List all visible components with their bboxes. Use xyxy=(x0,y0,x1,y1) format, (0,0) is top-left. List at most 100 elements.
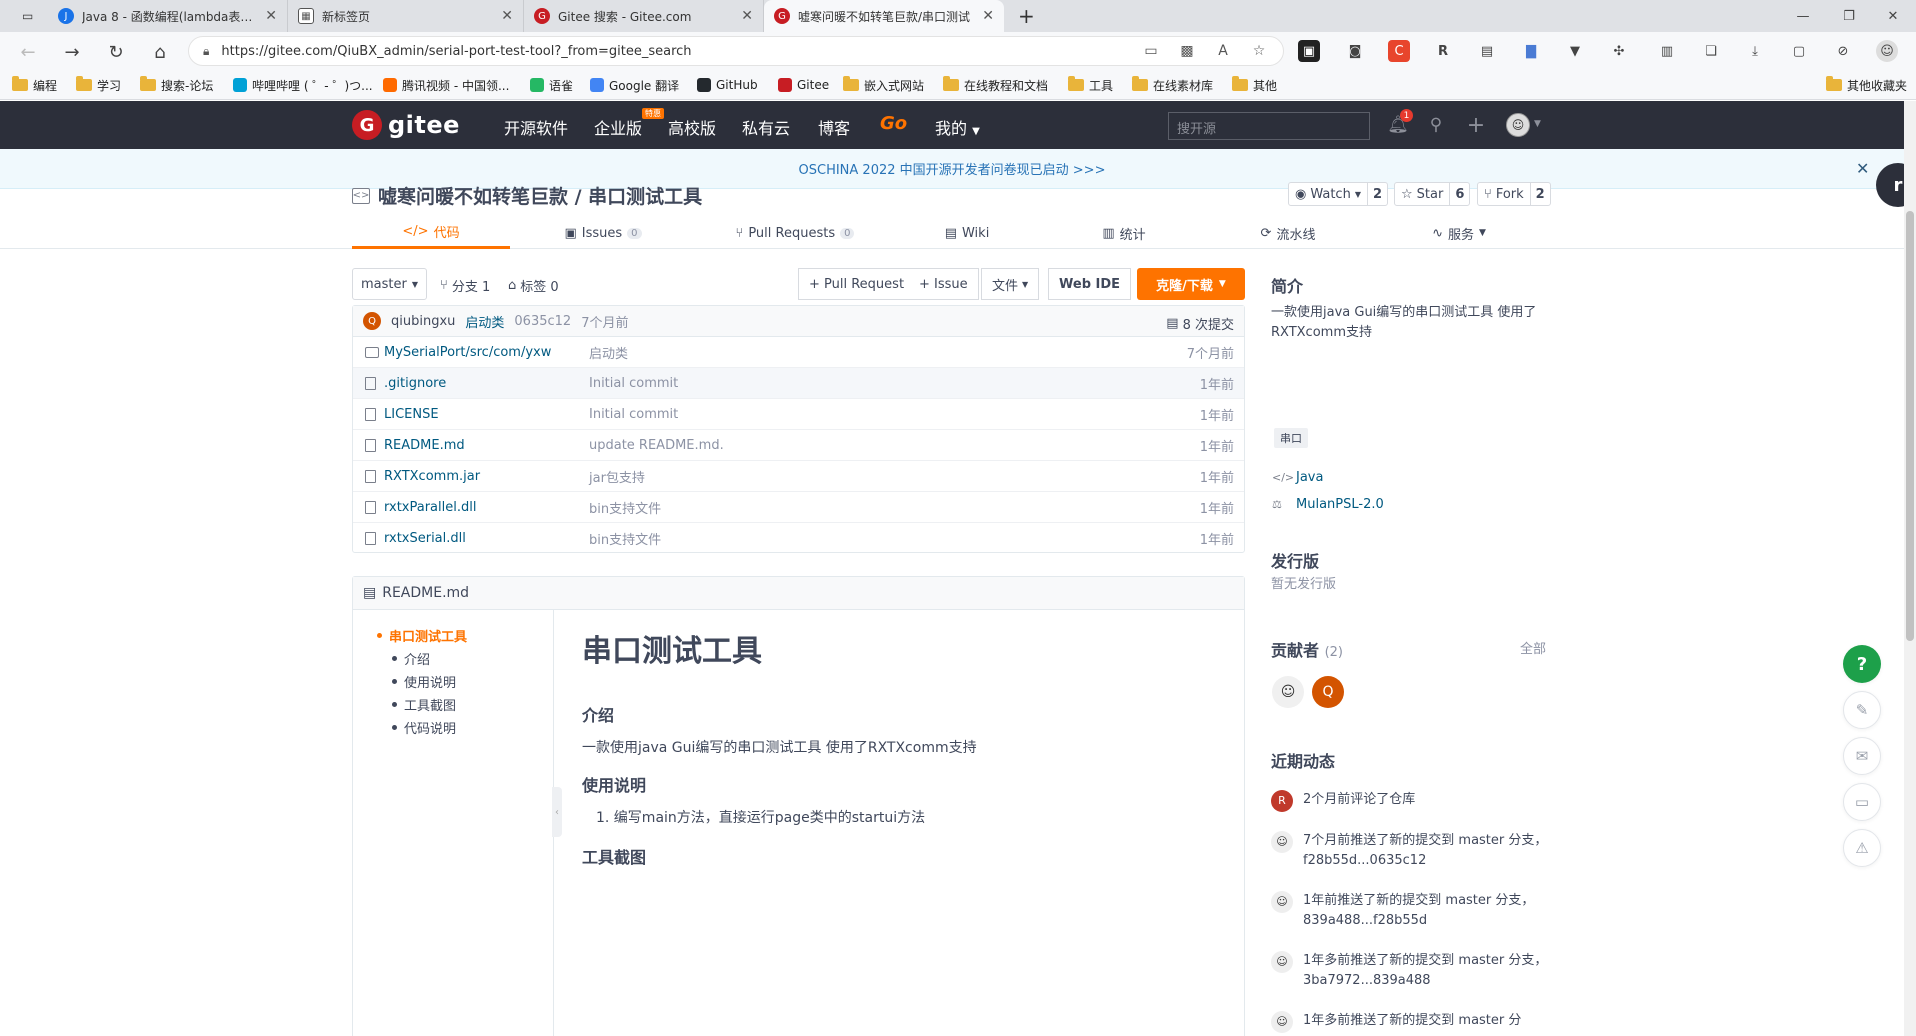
bookmark-folder[interactable]: 搜索-论坛 xyxy=(140,75,213,95)
license-link[interactable]: ⚖ MulanPSL-2.0 xyxy=(1272,497,1384,512)
bookmark-folder[interactable]: 在线教程和文档 xyxy=(943,75,1048,95)
watch-count[interactable]: 2 xyxy=(1368,183,1387,205)
bookmark-folder[interactable]: 学习 xyxy=(76,75,121,95)
file-name[interactable]: MySerialPort/src/com/yxw xyxy=(384,345,551,360)
toc-item[interactable]: 工具截图 xyxy=(392,695,553,718)
nav-open-source[interactable]: 开源软件 xyxy=(504,115,568,139)
extension-icon[interactable]: ◙ xyxy=(1344,40,1366,62)
help-button[interactable]: ? xyxy=(1843,645,1881,683)
extensions-puzzle-icon[interactable]: ✣ xyxy=(1608,40,1630,62)
refresh-button[interactable]: ↻ xyxy=(102,39,130,65)
bookmark-folder[interactable]: 在线素材库 xyxy=(1132,75,1213,95)
app-available-icon[interactable]: ▭ xyxy=(1136,36,1166,66)
close-icon[interactable]: ✕ xyxy=(1856,159,1869,178)
mail-button[interactable]: ✉ xyxy=(1843,737,1881,775)
file-commit-message[interactable]: Initial commit xyxy=(589,376,678,391)
file-name[interactable]: rxtxSerial.dll xyxy=(384,531,466,546)
activity-avatar[interactable]: ☺ xyxy=(1271,1011,1293,1033)
tab-services[interactable]: ∿ 服务 ▼ xyxy=(1426,217,1492,249)
plus-icon[interactable]: + xyxy=(1464,113,1488,138)
toc-item[interactable]: 代码说明 xyxy=(392,718,553,741)
activity-text[interactable]: 1年前推送了新的提交到 master 分支，839a488...f28b55d xyxy=(1303,893,1534,928)
activity-text[interactable]: 1年多前推送了新的提交到 master 分 xyxy=(1303,1013,1521,1028)
activity-text[interactable]: 1年多前推送了新的提交到 master 分支，3ba7972...839a488 xyxy=(1303,953,1547,988)
file-row[interactable]: .gitignore Initial commit 1年前 xyxy=(353,368,1244,399)
activity-avatar[interactable]: ☺ xyxy=(1271,951,1293,973)
file-name[interactable]: rxtxParallel.dll xyxy=(384,500,476,515)
tab-wiki[interactable]: ▤ Wiki xyxy=(940,217,994,249)
watch-button[interactable]: ◉ Watch ▼ 2 xyxy=(1288,182,1389,206)
toc-collapse-handle[interactable]: ‹ xyxy=(552,787,562,837)
banner-text[interactable]: OSCHINA 2022 中国开源开发者问卷现已启动 >>> xyxy=(799,159,1106,178)
bookmark-folder[interactable]: 其他 xyxy=(1232,75,1277,95)
nav-mine[interactable]: 我的 ▼ xyxy=(935,115,980,139)
file-name[interactable]: RXTXcomm.jar xyxy=(384,469,480,484)
file-commit-message[interactable]: update README.md. xyxy=(589,438,724,453)
extension-icon[interactable]: ▇ xyxy=(1520,40,1542,62)
web-ide-button[interactable]: Web IDE xyxy=(1048,268,1132,300)
file-name[interactable]: README.md xyxy=(384,438,465,453)
repo-title-text[interactable]: 嘘寒问暖不如转笔巨款 / 串口测试工具 xyxy=(378,182,702,209)
contributor-avatar[interactable]: ☺ xyxy=(1272,676,1304,708)
bookmark-site[interactable]: 哔哩哔哩 ( ゜- ゜)つ... xyxy=(233,75,373,95)
author-avatar[interactable]: Q xyxy=(363,312,381,330)
new-tab-button[interactable]: + xyxy=(1008,0,1038,32)
forward-button[interactable]: → xyxy=(58,39,86,65)
restore-button[interactable]: ❐ xyxy=(1826,0,1872,32)
split-screen-icon[interactable]: ▥ xyxy=(1656,40,1678,62)
announcement-banner[interactable]: OSCHINA 2022 中国开源开发者问卷现已启动 >>> xyxy=(0,149,1904,189)
bookmark-site[interactable]: 腾讯视频 - 中国领... xyxy=(383,75,509,95)
browser-tab-2[interactable]: ▦ 新标签页 ✕ xyxy=(288,0,524,32)
clone-download-button[interactable]: 克隆/下载 ▼ xyxy=(1137,268,1245,300)
minimize-button[interactable]: — xyxy=(1780,0,1826,32)
favorite-star-icon[interactable]: ☆ xyxy=(1244,36,1274,66)
contributor-avatar[interactable]: Q xyxy=(1312,676,1344,708)
file-row[interactable]: LICENSE Initial commit 1年前 xyxy=(353,399,1244,430)
language-link[interactable]: </> Java xyxy=(1272,470,1323,485)
fork-button[interactable]: ⑂ Fork 2 xyxy=(1477,182,1551,206)
extension-icon[interactable]: C xyxy=(1388,40,1410,62)
home-button[interactable]: ⌂ xyxy=(146,39,174,65)
nav-education[interactable]: 高校版 xyxy=(668,115,716,139)
toc-item[interactable]: 使用说明 xyxy=(392,672,553,695)
tags-link[interactable]: ⌂ 标签 0 xyxy=(508,276,559,295)
other-bookmarks[interactable]: 其他收藏夹 xyxy=(1826,75,1907,95)
caret-down-icon[interactable]: ▼ xyxy=(1534,119,1541,129)
file-row[interactable]: README.md update README.md. 1年前 xyxy=(353,430,1244,461)
activity-avatar[interactable]: R xyxy=(1271,790,1293,812)
extension-icon[interactable]: R xyxy=(1432,40,1454,62)
back-button[interactable]: ← xyxy=(14,39,42,65)
scrollbar-thumb[interactable] xyxy=(1906,211,1914,641)
browser-tab-4-active[interactable]: G 嘘寒问暖不如转笔巨款/串口测试 ✕ xyxy=(764,0,1004,32)
nav-private-cloud[interactable]: 私有云 xyxy=(742,115,790,139)
nav-enterprise[interactable]: 企业版 xyxy=(594,115,642,139)
contributors-all-link[interactable]: 全部 xyxy=(1520,638,1546,657)
close-icon[interactable]: ✕ xyxy=(265,8,277,24)
branches-link[interactable]: ⑂ 分支 1 xyxy=(440,276,490,295)
address-bar[interactable]: 🔒︎ https://gitee.com/QiuBX_admin/serial-… xyxy=(188,36,1284,66)
extension-icon[interactable]: ▣ xyxy=(1298,40,1320,62)
bookmark-site[interactable]: 语雀 xyxy=(530,75,573,95)
file-row[interactable]: rxtxSerial.dll bin支持文件 1年前 xyxy=(353,523,1244,554)
file-name[interactable]: LICENSE xyxy=(384,407,439,422)
file-commit-message[interactable]: bin支持文件 xyxy=(589,529,661,548)
chat-button[interactable]: ▭ xyxy=(1843,783,1881,821)
page-scrollbar[interactable] xyxy=(1904,101,1916,1036)
edit-feedback-button[interactable]: ✎ xyxy=(1843,691,1881,729)
new-issue-button[interactable]: + Issue xyxy=(909,268,979,300)
branch-select[interactable]: master ▼ xyxy=(352,268,427,300)
file-commit-message[interactable]: jar包支持 xyxy=(589,467,645,486)
extension-icon[interactable]: ▼ xyxy=(1564,40,1586,62)
star-button[interactable]: ☆ Star 6 xyxy=(1394,182,1471,206)
location-pin-icon[interactable]: ⚲ xyxy=(1424,113,1448,137)
tab-actions-button[interactable]: ▭ xyxy=(12,0,48,32)
topic-tag[interactable]: 串口 xyxy=(1274,428,1308,448)
user-avatar[interactable]: ☺ xyxy=(1506,113,1530,137)
file-row[interactable]: rxtxParallel.dll bin支持文件 1年前 xyxy=(353,492,1244,523)
file-row[interactable]: RXTXcomm.jar jar包支持 1年前 xyxy=(353,461,1244,492)
download-icon[interactable]: ⤓ xyxy=(1744,40,1766,62)
toc-item[interactable]: 串口测试工具 xyxy=(377,626,553,649)
close-icon[interactable]: ✕ xyxy=(741,8,753,24)
browser-tab-1[interactable]: J Java 8 - 函数编程(lambda表达式 ✕ xyxy=(48,0,288,32)
commit-hash[interactable]: 0635c12 xyxy=(514,314,571,329)
